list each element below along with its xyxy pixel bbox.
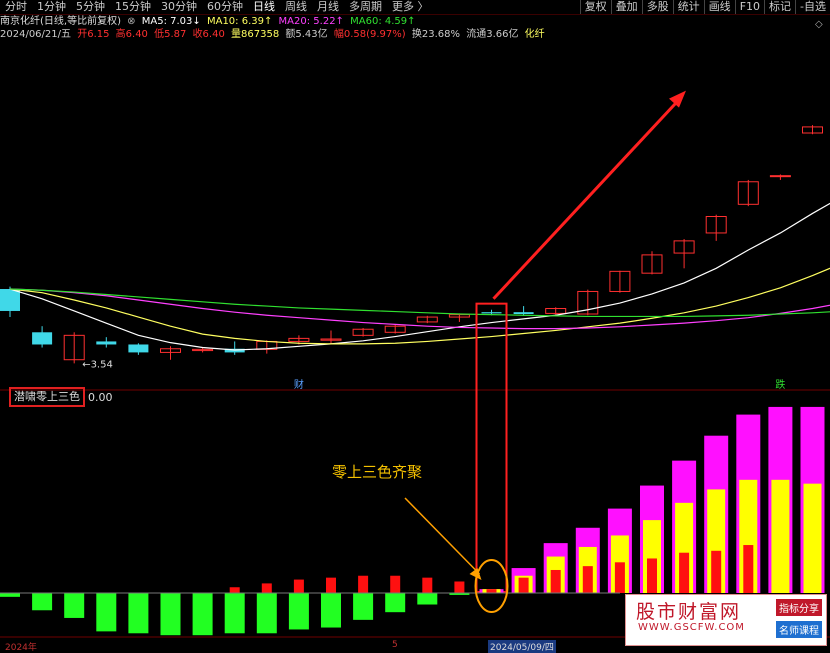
sub-bar-red [358, 575, 369, 593]
annotation-text: 零上三色齐聚 [332, 463, 423, 481]
sub-bar-red [229, 587, 240, 593]
sub-bar-red [422, 577, 433, 593]
sub-bar-red [293, 579, 304, 593]
candle-body [96, 341, 117, 345]
candle-body [481, 312, 502, 314]
sub-bar-red [711, 550, 722, 593]
low-price-label: ←3.54 [82, 359, 113, 370]
indicator-name-box[interactable]: 潜啸零上三色 [9, 387, 85, 407]
sub-bar-red [647, 558, 657, 593]
sub-bar-red [518, 577, 529, 593]
sub-bar-green [256, 593, 277, 634]
annotation-arrow-line [404, 497, 481, 575]
sub-bar-yellow [803, 483, 822, 593]
sub-bar-green [353, 593, 374, 620]
sub-bar-red [679, 552, 690, 593]
event-mark-die: 跌 [775, 378, 785, 391]
sub-bar-red [550, 569, 561, 593]
candle-body [0, 289, 20, 311]
sub-bar-green [160, 593, 181, 636]
x-tick-2: 2024/05/09/四 [488, 640, 556, 653]
breakout-highlight-box [475, 302, 508, 593]
diamond-icon: ◇ [815, 19, 823, 30]
sub-bar-green [64, 593, 85, 618]
sub-bar-green [288, 593, 309, 630]
highlight-ellipse [474, 559, 509, 613]
sub-bar-green [417, 593, 438, 605]
candle-body [513, 312, 534, 315]
watermark-tag-course: 名师课程 [776, 621, 822, 638]
sub-bar-red [614, 562, 625, 593]
sub-bar-red [326, 577, 336, 593]
candle-body [128, 344, 149, 353]
sub-bar-green [385, 593, 406, 613]
sub-bar-red [454, 581, 465, 593]
sub-bar-green [128, 593, 149, 634]
sub-bar-green [96, 593, 117, 632]
sub-bar-green [321, 593, 341, 628]
sub-bar-yellow [771, 479, 790, 593]
watermark-brand: 股市财富网 [636, 601, 742, 623]
sub-bar-red [261, 583, 272, 593]
sub-bar-red [743, 545, 754, 593]
watermark: 股市财富网 WWW.GSCFW.COM 指标分享 名师课程 [625, 594, 827, 646]
indicator-name: 潜啸零上三色 [14, 390, 80, 403]
kline-chart[interactable]: ←8.34←3.54财跌◇ [0, 0, 830, 649]
sub-bar-green [192, 593, 213, 636]
trend-arrow-head [669, 90, 686, 108]
candle-body [32, 332, 53, 345]
sub-bar-green [0, 593, 20, 597]
sub-bar-red [582, 566, 593, 593]
x-tick-0: 2024年 [5, 643, 37, 653]
event-mark-cai: 财 [294, 378, 304, 391]
ma-line-ma20 [9, 288, 830, 330]
watermark-url: WWW.GSCFW.COM [638, 622, 745, 633]
sub-bar-red [390, 575, 401, 593]
indicator-value: 0.00 [88, 391, 113, 404]
sub-bar-green [32, 593, 53, 611]
sub-bar-green [224, 593, 245, 634]
sub-bar-red [486, 589, 497, 593]
watermark-tag-share: 指标分享 [776, 599, 822, 616]
candle-body [769, 175, 791, 178]
ma-line-ma5 [9, 202, 830, 351]
ma-line-ma60 [9, 288, 830, 318]
